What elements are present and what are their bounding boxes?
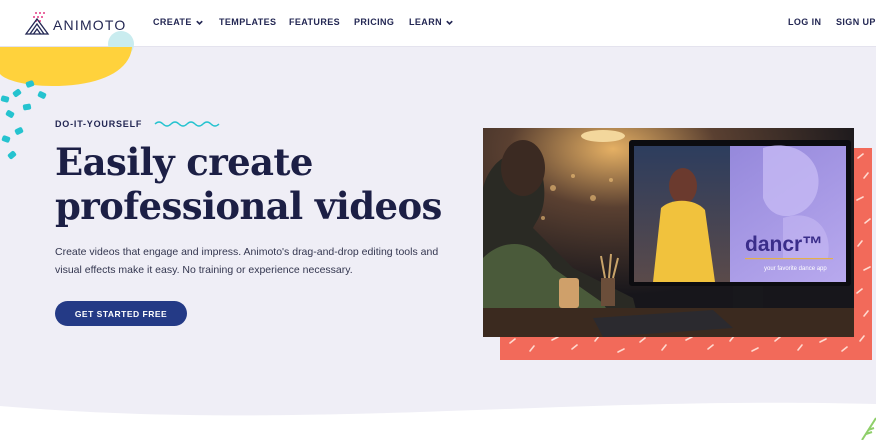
eyebrow: DO-IT-YOURSELF: [55, 119, 220, 129]
nav-features-label: FEATURES: [289, 17, 341, 27]
signup-label: SIGN UP: [836, 17, 876, 27]
screen-brand: dancr™: [745, 233, 823, 256]
squiggle-icon: [154, 121, 220, 127]
get-started-button[interactable]: GET STARTED FREE: [55, 301, 187, 326]
headline-line-1: Easily create: [55, 140, 313, 184]
hero-description: Create videos that engage and impress. A…: [55, 246, 439, 276]
nav-templates[interactable]: TEMPLATES: [219, 17, 276, 27]
nav-learn-label: LEARN: [409, 17, 442, 27]
eyebrow-label: DO-IT-YOURSELF: [55, 119, 143, 129]
chevron-down-icon: [446, 20, 453, 25]
screen-tagline: your favorite dance app: [764, 266, 827, 272]
chevron-down-icon: [195, 20, 203, 25]
teal-confetti-decoration: [0, 80, 47, 160]
bottom-wave-decoration: [0, 402, 876, 440]
page-title: Easily create professional videos: [55, 140, 475, 228]
nav-pricing-label: PRICING: [354, 17, 395, 27]
nav-features[interactable]: FEATURES: [289, 17, 340, 27]
signup-link[interactable]: SIGN UP: [836, 17, 876, 27]
nav-learn[interactable]: LEARN: [409, 17, 454, 27]
nav-templates-label: TEMPLATES: [219, 17, 277, 27]
login-link[interactable]: LOG IN: [788, 17, 821, 27]
hero-photo-illustration: dancr™ your favorite dance app: [483, 128, 854, 337]
login-label: LOG IN: [788, 17, 822, 27]
headline-line-2: professional videos: [55, 184, 442, 228]
nav-create[interactable]: CREATE: [153, 17, 204, 27]
hero-image: dancr™ your favorite dance app: [483, 128, 854, 337]
nav-pricing[interactable]: PRICING: [354, 17, 394, 27]
nav-create-label: CREATE: [153, 17, 192, 27]
